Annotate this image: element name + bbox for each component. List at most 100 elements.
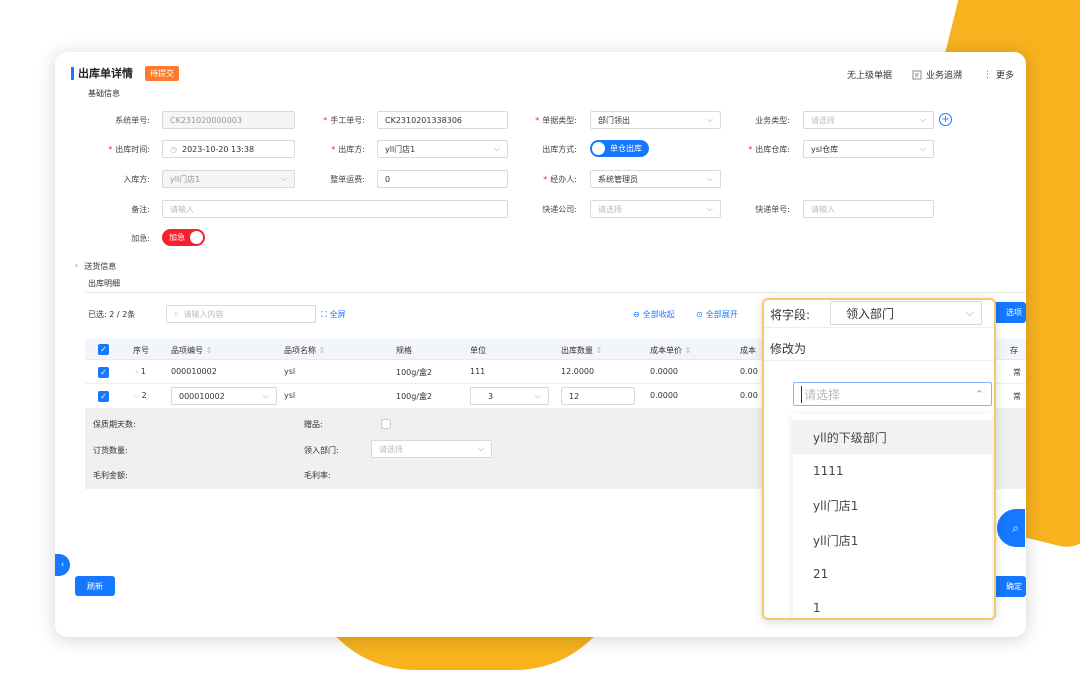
express-co-label: 快递公司: (542, 205, 577, 214)
header-price[interactable]: 成本单价 ⇕ (650, 345, 691, 356)
chevron-right-icon: › (75, 261, 79, 270)
header-unit: 单位 (470, 346, 486, 355)
search-fab[interactable]: ⌕ (997, 509, 1025, 547)
chevron-left-icon: ‹ (60, 560, 65, 570)
biz-type-select[interactable]: 请选择 ⌵ (803, 111, 934, 129)
confirm-button[interactable]: 确定 (991, 576, 1026, 597)
order-qty-label: 订货数量: (93, 446, 128, 455)
cell-stock: 常 (1013, 368, 1021, 377)
toggle-knob (190, 231, 203, 244)
header-code[interactable]: 品项编号 ⇕ (171, 345, 212, 356)
value-select[interactable]: 请选择 ⌃ (793, 382, 992, 406)
header-spec: 规格 (396, 346, 412, 355)
biz-type-label: 业务类型: (755, 116, 790, 125)
manual-no-label: * 手工单号: (323, 116, 365, 125)
cell-price: 0.0000 (650, 391, 678, 400)
header-name[interactable]: 品项名称 ⇕ (284, 345, 325, 356)
dept-select[interactable]: 请选择 ⌵ (371, 440, 492, 458)
section-basic-info: 基础信息 (88, 89, 120, 98)
cell-code: 000010002 (171, 367, 217, 376)
search-input[interactable]: ⌕ 请输入内容 (166, 305, 316, 323)
chevron-down-icon: ⌵ (262, 391, 269, 400)
dropdown-option[interactable]: 21 (793, 557, 992, 591)
chevron-down-icon: ⌵ (919, 144, 926, 153)
out-party-label: * 出库方: (331, 145, 365, 154)
dropdown-option[interactable]: yll门店1 (793, 523, 992, 557)
selected-count: 已选: 2 / 2条 (88, 310, 136, 319)
chevron-down-icon: ⌵ (965, 306, 974, 319)
sidebar-toggle[interactable]: ‹ (55, 554, 70, 576)
gift-label: 赠品: (304, 420, 323, 429)
select-all-checkbox[interactable]: ✓ (98, 344, 109, 355)
gross-rate-label: 毛利率: (304, 471, 331, 480)
cell-spec: 100g/盒2 (396, 392, 433, 401)
doc-type-select[interactable]: 部门领出 ⌵ (590, 111, 721, 129)
no-parent-doc-label: 无上级单据 (847, 71, 893, 81)
cell-name: ysl (284, 367, 296, 376)
freight-field[interactable]: 0 (377, 170, 508, 188)
qty-field[interactable]: 12 (561, 387, 635, 405)
section-details: 出库明细 (88, 279, 120, 288)
change-to-label: 修改为 (770, 342, 807, 356)
header-qty[interactable]: 出库数量 ⇕ (561, 345, 602, 356)
manual-no-field[interactable]: CK2310201338306 (377, 111, 508, 129)
out-time-field[interactable]: ◷ 2023-10-20 13:38 (162, 140, 295, 158)
handler-select[interactable]: 系统管理员 ⌵ (590, 170, 721, 188)
remark-field[interactable]: 请输入 (162, 200, 508, 218)
header-cost: 成本 (740, 346, 756, 355)
out-party-select[interactable]: yll门店1 ⌵ (377, 140, 508, 158)
dropdown-option[interactable]: yll门店1 (793, 488, 992, 522)
row-collapse[interactable]: ⌵ 2 (133, 391, 147, 401)
expand-all-button[interactable]: ⊙ 全部展开 (696, 309, 738, 320)
toggle-knob (592, 142, 605, 155)
sort-icon: ⇕ (205, 346, 213, 355)
express-no-field[interactable]: 请输入 (803, 200, 934, 218)
chevron-down-icon: ⌵ (919, 115, 926, 124)
code-select[interactable]: 000010002 ⌵ (171, 387, 277, 405)
doc-type-label: * 单据类型: (535, 116, 577, 125)
row-expand[interactable]: › 1 (135, 367, 146, 376)
chevron-down-icon: ⌵ (477, 444, 484, 453)
refresh-button[interactable]: 刷新 (75, 576, 115, 596)
dropdown-option[interactable]: 1111 (793, 454, 992, 488)
dept-label: 领入部门: (304, 446, 339, 455)
header-seq: 序号 (133, 346, 149, 355)
unit-select[interactable]: 3 ⌵ (470, 387, 549, 405)
out-time-label: * 出库时间: (108, 145, 150, 154)
add-icon[interactable]: + (939, 113, 952, 126)
cell-stock: 常 (1013, 392, 1021, 401)
fullscreen-button[interactable]: ⛶ 全屏 (321, 309, 346, 320)
express-co-select[interactable]: 请选择 ⌵ (590, 200, 721, 218)
collapse-all-button[interactable]: ⊖ 全部收起 (633, 309, 675, 320)
chevron-down-icon: ⌵ (493, 144, 500, 153)
dropdown-option[interactable]: 1 (793, 591, 992, 618)
cell-spec: 100g/盒2 (396, 368, 433, 377)
options-button[interactable]: 选项 (991, 302, 1026, 323)
cell-name: ysl (284, 391, 296, 400)
header-stock: 存 (1010, 346, 1018, 355)
remark-label: 备注: (131, 205, 150, 214)
sort-icon: ⇕ (684, 346, 692, 355)
out-wh-select[interactable]: ysl仓库 ⌵ (803, 140, 934, 158)
urgent-label: 加急: (131, 234, 150, 243)
chevron-down-icon: ⌵ (280, 174, 287, 183)
handler-label: * 经办人: (543, 175, 577, 184)
row-checkbox[interactable]: ✓ (98, 391, 109, 402)
section-shipping[interactable]: › 送货信息 (75, 261, 116, 272)
divider (85, 292, 1026, 293)
divider (764, 360, 994, 361)
trace-link[interactable]: 业务追溯 (912, 68, 962, 81)
out-method-toggle[interactable]: 单仓出库 (590, 140, 649, 157)
dropdown-option[interactable]: yll的下级部门 (793, 420, 992, 454)
field-select[interactable]: 领入部门 ⌵ (830, 301, 982, 325)
row-checkbox[interactable]: ✓ (98, 367, 109, 378)
no-parent-doc-link[interactable]: 无上级单据 (847, 68, 892, 81)
gross-amount-label: 毛利金额: (93, 471, 128, 480)
field-label: 将字段: (770, 308, 811, 322)
gift-checkbox[interactable] (381, 419, 391, 429)
status-badge: 待提交 (145, 65, 179, 81)
more-link[interactable]: ⋮ 更多 (983, 68, 1014, 82)
sort-icon: ⇕ (595, 346, 603, 355)
urgent-toggle[interactable]: 加急 (162, 229, 205, 246)
sys-no-field: CK231020000003 (162, 111, 295, 129)
